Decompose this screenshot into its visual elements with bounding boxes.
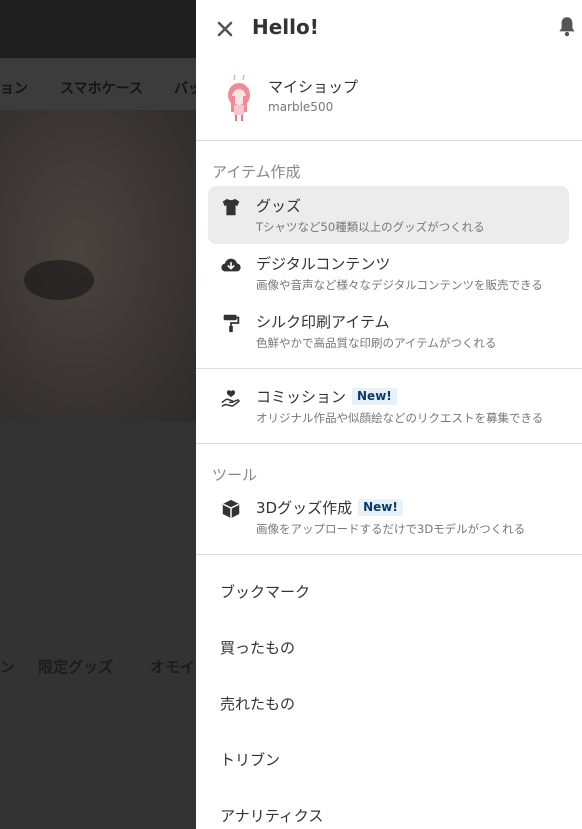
- menu-item-label: シルク印刷アイテム: [256, 313, 390, 331]
- menu-item-description: オリジナル作品や似顔絵などのリクエストを募集できる: [256, 411, 544, 425]
- divider: [196, 554, 582, 555]
- bell-icon[interactable]: [554, 14, 580, 40]
- tshirt-icon: [222, 198, 240, 216]
- menu-item-label-text: 3Dグッズ作成: [256, 499, 353, 517]
- tribune-link[interactable]: トリブン: [220, 749, 280, 770]
- avatar: [222, 74, 256, 124]
- bookmark-link[interactable]: ブックマーク: [220, 581, 310, 602]
- paint-roller-icon: [223, 314, 240, 333]
- close-button[interactable]: [210, 14, 240, 44]
- divider: [196, 140, 582, 141]
- menu-item-description: 色鮮やかで高品質な印刷のアイテムがつくれる: [256, 336, 497, 350]
- section-title-create: アイテム作成: [212, 163, 301, 181]
- background-hero-image: [0, 110, 196, 422]
- menu-item-label: コミッション New!: [256, 386, 397, 407]
- menu-item-label-text: コミッション: [256, 388, 347, 406]
- cloud-download-icon: [221, 258, 241, 272]
- divider: [196, 443, 582, 444]
- new-badge: New!: [352, 388, 397, 405]
- cube-icon: [222, 499, 240, 519]
- menu-item-label: グッズ: [256, 197, 302, 215]
- menu-item-description: Tシャツなど50種類以上のグッズがつくれる: [256, 220, 485, 234]
- menu-item-digital-content[interactable]: デジタルコンテンツ 画像や音声など様々なデジタルコンテンツを販売できる: [208, 244, 569, 302]
- menu-item-silk-print[interactable]: シルク印刷アイテム 色鮮やかで高品質な印刷のアイテムがつくれる: [208, 302, 569, 360]
- shop-name: マイショップ: [268, 78, 359, 96]
- background-tag: オモイ: [150, 658, 196, 676]
- background-category: スマホケース: [60, 81, 143, 97]
- my-shop-link[interactable]: マイショップ marble500: [196, 64, 582, 140]
- analytics-link[interactable]: アナリティクス: [220, 805, 323, 826]
- background-category: ョン: [0, 81, 28, 97]
- shop-id: marble500: [268, 100, 334, 114]
- sold-link[interactable]: 売れたもの: [220, 693, 295, 714]
- greeting-title: Hello!: [252, 15, 319, 39]
- background-tag: 限定グッズ: [38, 658, 114, 676]
- menu-item-description: 画像や音声など様々なデジタルコンテンツを販売できる: [256, 278, 543, 292]
- menu-item-goods[interactable]: グッズ Tシャツなど50種類以上のグッズがつくれる: [208, 186, 569, 244]
- background-tag: ン: [0, 658, 16, 676]
- divider: [196, 368, 582, 369]
- drawer-header: Hello!: [196, 0, 582, 58]
- side-drawer: Hello! マイショップ marble500 アイテム作成 グッズ Tシャツな…: [196, 0, 582, 829]
- purchased-link[interactable]: 買ったもの: [220, 637, 295, 658]
- new-badge: New!: [358, 499, 403, 516]
- section-title-tools: ツール: [212, 466, 258, 484]
- menu-item-3d-goods[interactable]: 3Dグッズ作成 New! 画像をアップロードするだけで3Dモデルがつくれる: [208, 488, 569, 546]
- close-icon: [217, 21, 233, 37]
- background-content: [0, 422, 196, 829]
- menu-item-description: 画像をアップロードするだけで3Dモデルがつくれる: [256, 522, 526, 536]
- menu-item-label: 3Dグッズ作成 New!: [256, 497, 403, 518]
- menu-item-commission[interactable]: コミッション New! オリジナル作品や似顔絵などのリクエストを募集できる: [208, 377, 569, 435]
- hand-heart-icon: [221, 390, 240, 407]
- menu-item-label: デジタルコンテンツ: [256, 255, 391, 273]
